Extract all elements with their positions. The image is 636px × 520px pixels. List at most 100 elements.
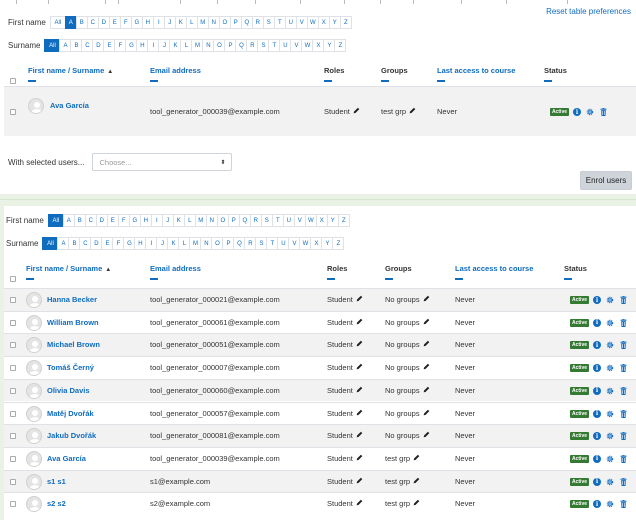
column-collapse-icon[interactable] xyxy=(150,278,158,280)
info-icon[interactable]: i xyxy=(593,296,602,304)
pencil-icon[interactable] xyxy=(356,295,363,304)
gear-icon[interactable] xyxy=(586,108,594,116)
trash-icon[interactable] xyxy=(599,108,607,116)
gear-icon[interactable] xyxy=(606,410,614,418)
column-collapse-icon[interactable] xyxy=(544,80,552,82)
trash-icon[interactable] xyxy=(619,318,627,327)
user-profile-link[interactable]: Hanna Becker xyxy=(47,295,97,304)
gear-icon[interactable] xyxy=(606,478,614,486)
initial-all[interactable]: All xyxy=(47,214,64,227)
initial-all[interactable]: All xyxy=(49,16,66,29)
row-select-checkbox[interactable] xyxy=(10,501,16,508)
trash-icon[interactable] xyxy=(619,454,627,463)
pencil-icon[interactable] xyxy=(356,340,363,349)
select-all-checkbox[interactable] xyxy=(10,78,16,84)
trash-icon[interactable] xyxy=(619,432,627,441)
gear-icon[interactable] xyxy=(606,500,614,508)
bulk-action-select[interactable]: Choose... ⬍ xyxy=(92,153,233,171)
user-profile-link[interactable]: Jakub Dvořák xyxy=(47,431,96,440)
column-collapse-icon[interactable] xyxy=(150,80,158,82)
trash-icon[interactable] xyxy=(619,500,627,509)
pencil-icon[interactable] xyxy=(413,477,420,486)
info-icon[interactable]: i xyxy=(593,500,602,509)
row-select-checkbox[interactable] xyxy=(10,342,16,349)
info-icon[interactable]: i xyxy=(593,432,602,441)
info-icon[interactable]: i xyxy=(593,454,602,463)
row-select-checkbox[interactable] xyxy=(10,433,16,440)
user-profile-link[interactable]: Ava García xyxy=(47,454,86,463)
gear-icon[interactable] xyxy=(606,364,614,372)
user-profile-link[interactable]: s2 s2 xyxy=(47,499,66,508)
sort-by-last-access-link[interactable]: Last access to course xyxy=(455,264,533,273)
initial-all[interactable]: All xyxy=(44,39,61,52)
gear-icon[interactable] xyxy=(606,455,614,463)
pencil-icon[interactable] xyxy=(356,454,363,463)
column-collapse-icon[interactable] xyxy=(564,278,572,280)
trash-icon[interactable] xyxy=(619,341,627,350)
info-icon[interactable]: i xyxy=(593,386,602,395)
info-icon[interactable]: i xyxy=(593,341,602,350)
pencil-icon[interactable] xyxy=(423,409,430,418)
trash-icon[interactable] xyxy=(619,364,627,373)
pencil-icon[interactable] xyxy=(413,454,420,463)
pencil-icon[interactable] xyxy=(423,318,430,327)
row-select-checkbox[interactable] xyxy=(10,297,16,303)
column-collapse-icon[interactable] xyxy=(437,80,445,82)
row-select-checkbox[interactable] xyxy=(10,387,16,394)
user-profile-link[interactable]: Olivia Davis xyxy=(47,386,90,395)
gear-icon[interactable] xyxy=(606,432,614,440)
pencil-icon[interactable] xyxy=(423,340,430,349)
sort-by-name-link[interactable]: First name / Surname xyxy=(26,264,102,273)
gear-icon[interactable] xyxy=(606,387,614,395)
pencil-icon[interactable] xyxy=(356,409,363,418)
initial-z[interactable]: Z xyxy=(332,237,345,250)
column-collapse-icon[interactable] xyxy=(28,80,36,82)
user-profile-link[interactable]: William Brown xyxy=(47,318,99,327)
sort-by-last-access-link[interactable]: Last access to course xyxy=(437,66,515,75)
pencil-icon[interactable] xyxy=(356,318,363,327)
trash-icon[interactable] xyxy=(619,477,627,486)
pencil-icon[interactable] xyxy=(423,386,430,395)
sort-by-name-link[interactable]: First name / Surname xyxy=(28,66,104,75)
row-select-checkbox[interactable] xyxy=(10,109,16,115)
gear-icon[interactable] xyxy=(606,319,614,327)
trash-icon[interactable] xyxy=(619,386,627,395)
gear-icon[interactable] xyxy=(606,341,614,349)
column-collapse-icon[interactable] xyxy=(455,278,463,280)
column-collapse-icon[interactable] xyxy=(385,278,393,280)
info-icon[interactable]: i xyxy=(593,318,602,327)
initial-z[interactable]: Z xyxy=(334,39,347,52)
enrol-users-button[interactable]: Enrol users xyxy=(580,171,632,190)
info-icon[interactable]: i xyxy=(593,409,602,418)
select-all-checkbox[interactable] xyxy=(10,276,16,282)
info-icon[interactable]: i xyxy=(573,108,582,116)
trash-icon[interactable] xyxy=(619,409,627,418)
pencil-icon[interactable] xyxy=(423,363,430,372)
column-collapse-icon[interactable] xyxy=(327,278,335,280)
pencil-icon[interactable] xyxy=(356,431,363,440)
column-collapse-icon[interactable] xyxy=(381,80,389,82)
row-select-checkbox[interactable] xyxy=(10,455,16,462)
pencil-icon[interactable] xyxy=(356,363,363,372)
pencil-icon[interactable] xyxy=(423,295,430,304)
pencil-icon[interactable] xyxy=(413,499,420,508)
pencil-icon[interactable] xyxy=(353,107,360,116)
row-select-checkbox[interactable] xyxy=(10,478,16,485)
gear-icon[interactable] xyxy=(606,296,614,304)
user-profile-link[interactable]: s1 s1 xyxy=(47,477,66,486)
user-profile-link[interactable]: Michael Brown xyxy=(47,340,100,349)
pencil-icon[interactable] xyxy=(423,431,430,440)
column-collapse-icon[interactable] xyxy=(26,278,34,280)
info-icon[interactable]: i xyxy=(593,364,602,373)
row-select-checkbox[interactable] xyxy=(10,365,16,372)
info-icon[interactable]: i xyxy=(593,477,602,486)
row-select-checkbox[interactable] xyxy=(10,410,16,417)
pencil-icon[interactable] xyxy=(356,499,363,508)
initial-z[interactable]: Z xyxy=(337,214,350,227)
reset-table-preferences-link[interactable]: Reset table preferences xyxy=(546,7,631,16)
sort-by-email-link[interactable]: Email address xyxy=(150,66,201,75)
sort-by-email-link[interactable]: Email address xyxy=(150,264,201,273)
initial-z[interactable]: Z xyxy=(339,16,352,29)
initial-all[interactable]: All xyxy=(42,237,59,250)
pencil-icon[interactable] xyxy=(356,386,363,395)
